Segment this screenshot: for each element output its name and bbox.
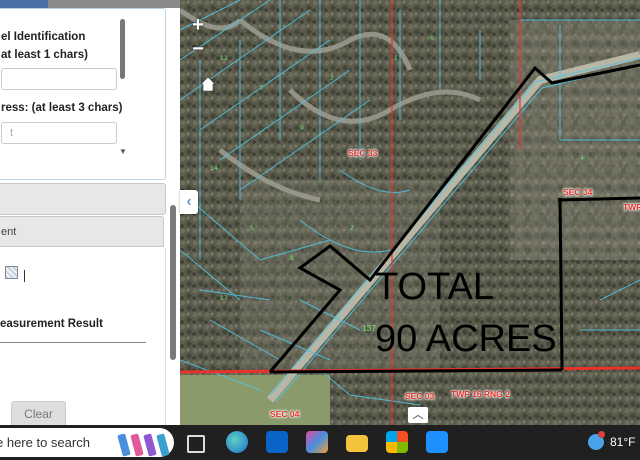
svg-text:9: 9 <box>300 125 304 132</box>
search-card-scrollbar[interactable]: ▼ <box>119 19 127 156</box>
store-icon[interactable] <box>386 431 408 453</box>
parcel-id-hint: at least 1 chars) <box>1 49 88 61</box>
svg-text:17: 17 <box>220 295 228 302</box>
panel-scrollbar[interactable] <box>170 205 176 360</box>
search-card: el Identification at least 1 chars) ress… <box>0 8 166 180</box>
chevron-up-icon[interactable]: ︿ <box>408 407 428 423</box>
measurement-result-label: easurement Result <box>0 318 103 330</box>
task-view-icon[interactable] <box>187 435 205 453</box>
area-tool-icon[interactable] <box>5 266 18 279</box>
address-label: ress: (at least 3 chars) <box>1 102 123 114</box>
parcel-id-input[interactable] <box>1 68 117 90</box>
copilot-icon[interactable] <box>306 431 328 453</box>
panel-top-strip <box>0 0 180 8</box>
twp-rng-label: TWP 16 RNG 2 <box>451 389 510 399</box>
section-label-03: SEC 03 <box>405 391 435 401</box>
acreage-label: 90 ACRES <box>375 318 557 360</box>
svg-text:14: 14 <box>210 165 218 172</box>
weather-alert-icon <box>598 431 605 438</box>
temperature-text[interactable]: 81°F <box>610 435 635 449</box>
twp-label-right: TWP <box>623 202 640 212</box>
svg-text:7: 7 <box>260 85 264 92</box>
parcel-id-label: el Identification <box>1 31 86 43</box>
gis-app: el Identification at least 1 chars) ress… <box>0 0 640 425</box>
svg-text:3: 3 <box>330 75 334 82</box>
paintbrush-icon <box>130 433 144 457</box>
search-panel: el Identification at least 1 chars) ress… <box>0 0 180 425</box>
svg-text:4: 4 <box>580 155 584 162</box>
zoom-in-button[interactable]: + <box>188 14 208 37</box>
map-view[interactable]: 12 7 9 14 5 3 11 6 8 2 17 4 SEC 33 SEC 34 TWP SE… <box>180 0 640 425</box>
svg-text:11: 11 <box>390 55 398 62</box>
zoom-out-button[interactable]: − <box>188 38 208 61</box>
separator-bar <box>24 270 25 282</box>
section-label-33: SEC 33 <box>348 148 378 158</box>
result-divider <box>0 342 146 343</box>
paintbrush-icon <box>156 433 170 457</box>
aerial-map: 12 7 9 14 5 3 11 6 8 2 17 4 <box>180 0 640 425</box>
collapse-panel-button[interactable]: ‹ <box>180 190 198 214</box>
paintbrush-icon <box>143 433 157 457</box>
measurement-header[interactable]: ent <box>0 216 164 247</box>
home-icon[interactable] <box>200 76 216 92</box>
section-label-04: SEC 04 <box>270 409 300 419</box>
svg-text:8: 8 <box>290 255 294 262</box>
scroll-down-icon[interactable]: ▼ <box>119 147 127 156</box>
total-label: TOTAL <box>375 266 494 308</box>
svg-text:12: 12 <box>220 55 228 62</box>
section-label-34: SEC 34 <box>563 187 593 197</box>
edge-icon[interactable] <box>226 431 248 453</box>
app-icon[interactable] <box>426 431 448 453</box>
svg-text:6: 6 <box>430 35 434 42</box>
taskbar-search-text: e here to search <box>0 435 90 450</box>
svg-text:5: 5 <box>250 225 254 232</box>
clear-button[interactable]: Clear <box>11 401 66 425</box>
taskbar-search-box[interactable]: e here to search <box>0 428 174 457</box>
windows-taskbar: e here to search 81°F <box>0 425 640 460</box>
address-input[interactable]: t <box>1 122 117 144</box>
tools-bar[interactable] <box>0 183 166 215</box>
svg-text:2: 2 <box>350 225 354 232</box>
file-explorer-icon[interactable] <box>346 435 368 452</box>
outlook-icon[interactable] <box>266 431 288 453</box>
paintbrush-icon <box>117 433 131 457</box>
